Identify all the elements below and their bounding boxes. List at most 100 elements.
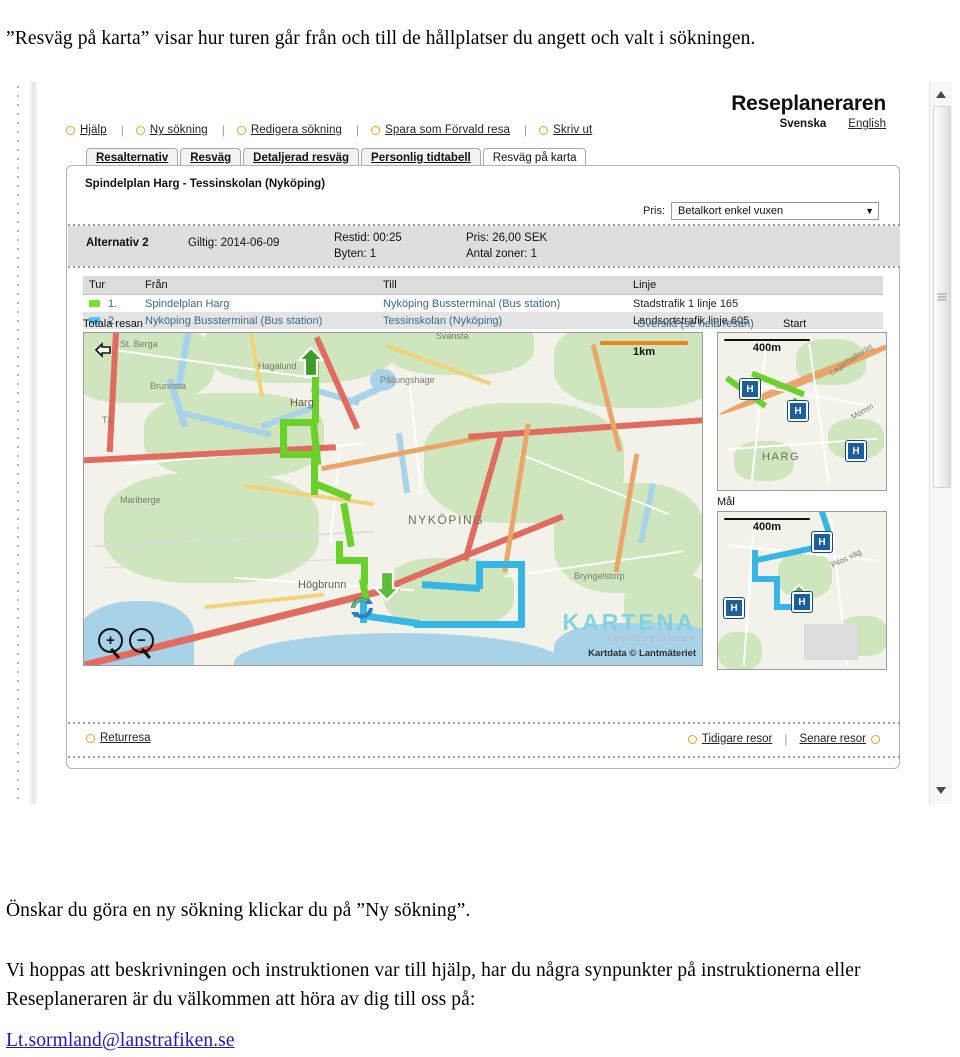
return-trip-link[interactable]: Returresa [100, 732, 151, 744]
summary-price: Pris: 26,00 SEK [466, 232, 548, 244]
route-segment-green [311, 457, 318, 495]
map-place-label: Högbrunn [298, 579, 347, 591]
earlier-trips-link[interactable]: Tidigare resor [702, 733, 773, 745]
map-area-label: HARG [762, 451, 801, 463]
scale-bar-line [724, 518, 810, 520]
leg-to: Nyköping Bussterminal (Bus station) [383, 297, 561, 310]
summary-travel-time: Restid: 00:25 [334, 232, 402, 244]
bus-stop-marker-icon[interactable]: H [740, 379, 760, 399]
divider-dotted-below-summary [68, 266, 900, 268]
scale-bar-line [724, 339, 810, 341]
leg-line: Stadstrafik 1 linje 165 [633, 297, 739, 310]
map-place-label: St. Berga [120, 339, 158, 349]
bullet-icon [86, 733, 95, 743]
map-goal-label: Mål [717, 496, 735, 508]
panel-footer: Returresa Tidigare resor | Senare resor [68, 722, 900, 758]
map-place-label: Tå [102, 415, 113, 425]
new-search-link[interactable]: Ny sökning [150, 124, 208, 136]
map-place-label: Harg [290, 397, 314, 409]
summary-time-changes: Restid: 00:25 Byten: 1 [334, 230, 402, 262]
scroll-down-button[interactable] [930, 780, 952, 800]
bus-stop-marker-icon[interactable]: H [846, 441, 866, 461]
column-header-tur: Tur [89, 279, 106, 291]
contact-email-link[interactable]: Lt.sormland@lanstrafiken.se [6, 1026, 235, 1055]
column-header-linje: Linje [633, 279, 657, 291]
scrollbar-thumb[interactable] [933, 106, 951, 488]
toolbar-item-print[interactable]: Skriv ut [539, 124, 592, 136]
scroll-up-button[interactable] [930, 84, 952, 104]
map-city-label: NYKÖPING [408, 513, 485, 527]
toolbar-separator: | [355, 123, 360, 137]
bullet-icon [236, 125, 246, 135]
scale-bar-line [600, 341, 688, 345]
toolbar-item-new-search[interactable]: Ny sökning [135, 124, 208, 136]
route-segment-blue [476, 561, 524, 568]
route-segment-blue [414, 621, 524, 628]
journey-title: Spindelplan Harg - Tessinskolan (Nyköpin… [85, 178, 326, 190]
zoom-in-button[interactable]: + [98, 628, 123, 653]
bullet-icon [687, 734, 697, 744]
bullet-icon [371, 125, 381, 135]
table-row[interactable]: 1. Spindelplan Harg Nyköping Busstermina… [83, 295, 883, 312]
scale-bar-label: 400m [752, 521, 782, 533]
gutter-edge-shadow [28, 82, 38, 804]
toolbar-item-edit-search[interactable]: Redigera sökning [236, 124, 342, 136]
edit-search-link[interactable]: Redigera sökning [251, 124, 342, 136]
map-place-label: Mariberge [120, 495, 161, 505]
toolbar-separator: | [524, 123, 528, 137]
leg-from: Spindelplan Harg [145, 297, 230, 310]
bus-stop-marker-icon[interactable]: H [788, 401, 808, 421]
map-attribution: Kartdata © Lantmäteriet [588, 648, 696, 659]
journey-panel: Spindelplan Harg - Tessinskolan (Nyköpin… [66, 165, 900, 769]
map-provider-logo: KARTENA ADDNODE GROUP [563, 609, 696, 643]
language-english[interactable]: English [848, 118, 886, 130]
destination-arrow-marker-icon [372, 570, 402, 602]
start-arrow-marker-icon [296, 346, 326, 378]
recenter-home-icon[interactable] [94, 341, 113, 360]
triangle-down-icon [936, 786, 946, 794]
kartena-wordmark: KARTENA [562, 609, 696, 635]
price-dropdown[interactable]: Betalkort enkel vuxen ▼ [671, 202, 879, 220]
bus-stop-marker-icon[interactable]: H [724, 598, 744, 618]
map-green-area [324, 333, 394, 368]
reseplaneraren-page: Hjälp | Ny sökning | Redigera sökning | … [38, 82, 922, 804]
map-place-label: Svansta [436, 332, 469, 341]
zoom-out-button[interactable]: − [129, 628, 154, 653]
language-swedish[interactable]: Svenska [780, 118, 827, 130]
return-trip-item[interactable]: Returresa [86, 732, 151, 744]
bus-stop-marker-icon[interactable]: H [792, 592, 812, 612]
transfer-marker-icon [348, 595, 374, 619]
price-selector-row: Pris: Betalkort enkel vuxen ▼ [643, 202, 879, 220]
embedded-screenshot-image: Hjälp | Ny sökning | Redigera sökning | … [8, 82, 952, 804]
summary-valid-date: Giltig: 2014-06-09 [188, 237, 280, 249]
toolbar-separator: | [221, 123, 225, 137]
bullet-icon [539, 125, 549, 135]
summary-zones: Antal zoner: 1 [466, 248, 537, 260]
intro-paragraph: ”Resväg på karta” visar hur turen går fr… [6, 27, 756, 49]
app-logo-text: Reseplaneraren [731, 92, 886, 115]
triangle-up-icon [936, 90, 946, 98]
goal-detail-map[interactable]: H H H 400m Pilos väg [717, 511, 887, 670]
print-link[interactable]: Skriv ut [553, 124, 592, 136]
map-place-label: Påljungshage [380, 375, 435, 385]
later-trips-link[interactable]: Senare resor [800, 733, 866, 745]
map-overview-link[interactable]: Översikt (se hela resan) [637, 318, 754, 330]
summary-price-zones: Pris: 26,00 SEK Antal zoner: 1 [466, 230, 547, 262]
toolbar-item-save-default-trip[interactable]: Spara som Förvald resa [371, 124, 510, 136]
bus-stop-marker-icon[interactable]: H [812, 532, 832, 552]
capture-left-gutter [8, 82, 30, 804]
feedback-paragraph: Vi hoppas att beskrivningen och instrukt… [6, 959, 861, 1010]
leg-color-swatch-icon [89, 300, 100, 307]
kartena-subtitle: ADDNODE GROUP [607, 636, 696, 643]
route-segment-blue [518, 561, 525, 627]
start-detail-map[interactable]: H H H 400m HARG Lagerhällsväg Momm [717, 332, 887, 491]
main-map[interactable]: + − 1km St. Berga Brunnsta Tå Hagalund H… [83, 332, 703, 666]
toolbar-separator: | [120, 123, 124, 137]
map-section-header: Totala resan Översikt (se hela resan) St… [83, 318, 885, 332]
toolbar-item-help[interactable]: Hjälp [66, 124, 107, 136]
vertical-scrollbar[interactable] [929, 82, 952, 804]
help-link[interactable]: Hjälp [80, 124, 107, 136]
save-default-trip-link[interactable]: Spara som Förvald resa [385, 124, 510, 136]
language-switcher: Svenska English [731, 118, 886, 130]
bullet-icon [871, 734, 880, 744]
